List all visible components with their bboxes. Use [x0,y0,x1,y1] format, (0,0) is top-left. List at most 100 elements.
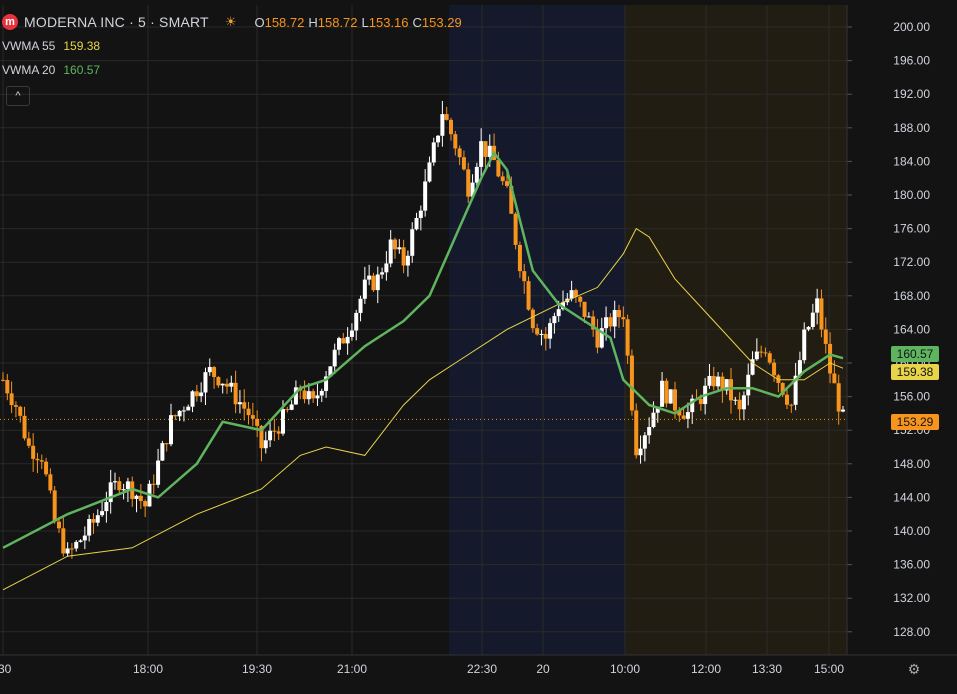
vwma55-name: VWMA 55 [2,39,56,53]
candle-body [681,415,686,419]
indicator-row-vwma20[interactable]: VWMA 20 160.57 [2,58,462,82]
candle-body [828,343,833,374]
candle-body [233,382,238,405]
high-value: 158.72 [317,14,358,30]
collapse-legend-button[interactable]: ^ [6,86,30,106]
candle-body [836,383,841,412]
candle-body [229,382,234,387]
candle-body [548,323,553,339]
candle-body [647,427,652,436]
candle-body [173,415,178,417]
candle-body [242,402,247,409]
candle-body [763,352,768,354]
candle-body [440,114,445,136]
candle-body [698,398,703,405]
candle-body [806,326,811,330]
price-axis-label: 168.00 [893,289,930,303]
candle-body [156,460,161,485]
candle-body [401,247,406,266]
market-session-sun-icon[interactable]: ☀ [225,14,237,30]
candle-body [660,380,665,407]
candle-body [617,310,621,318]
candle-body [410,229,415,256]
chart-area[interactable]: 200.00 196.00 192.00 188.00 184.00 180.00 176.… [0,0,957,694]
candle-body [160,443,165,461]
candle-body [181,410,186,412]
time-axis-label: 12:00 [691,662,721,676]
candle-body [423,181,428,211]
candle-body [263,440,268,449]
candle-body [151,483,156,485]
settings-gear-icon[interactable]: ⚙ [905,660,923,678]
time-axis-label: 22:30 [467,662,497,676]
candle-body [586,316,591,318]
candle-body [556,309,561,317]
candle-body [268,430,273,441]
symbol-title[interactable]: MODERNA INC · 5 · SMART [24,14,209,30]
candle-body [539,333,544,335]
candle-body [427,162,432,182]
time-axis-label: 19:30 [242,662,272,676]
candle-body [302,390,307,400]
candle-body [819,298,824,330]
candle-body [815,298,820,313]
candle-body [220,383,225,386]
candle-body [117,481,122,491]
candle-body [418,210,423,218]
post-market-session-bg [625,5,847,655]
candle-body [1,379,5,381]
candle-body [841,409,845,412]
price-axis-label: 200.00 [893,20,930,34]
candle-body [625,319,630,356]
candle-body [621,317,626,320]
candle-body [505,181,509,186]
indicator-row-vwma55[interactable]: VWMA 55 159.38 [2,34,462,58]
candle-body [802,329,807,361]
candle-body [604,317,609,329]
open-value: 158.72 [264,14,305,30]
candle-body [78,540,83,542]
candle-body [461,157,466,170]
price-axis-label: 188.00 [893,121,930,135]
open-label: O [254,14,265,30]
candle-body [225,383,229,387]
candle-body [483,141,488,157]
candle-body [138,495,143,502]
candle-body [716,376,721,387]
candle-body [754,351,759,360]
candle-body [517,244,522,272]
candle-body [673,389,677,411]
candle-body [190,391,195,407]
candle-body [306,391,311,400]
candle-body [315,395,320,399]
candle-body [5,379,10,394]
candle-body [276,431,281,434]
candle-body [354,312,359,331]
candle-body [612,310,617,327]
candle-body [466,169,471,197]
candle-body [341,338,346,344]
time-axis-label: 10:00 [610,662,640,676]
candle-body [52,490,57,522]
candle-body [436,135,441,143]
candle-body [733,399,738,401]
price-axis-label: 192.00 [893,87,930,101]
candle-body [186,406,191,411]
candle-body [164,443,169,445]
candle-body [759,351,764,353]
candle-body [608,317,613,327]
candle-body [35,458,40,461]
candle-body [194,391,199,397]
candle-body [832,373,837,384]
candle-body [255,418,260,426]
vwma20-name: VWMA 20 [2,63,56,77]
candle-body [358,298,363,313]
candle-body [449,119,453,135]
candle-body [729,379,733,401]
candle-body [810,312,815,327]
candle-body [638,448,643,456]
candle-body [367,275,372,280]
candle-body [522,271,527,282]
candle-body [552,316,557,324]
close-value: 153.29 [421,14,462,30]
